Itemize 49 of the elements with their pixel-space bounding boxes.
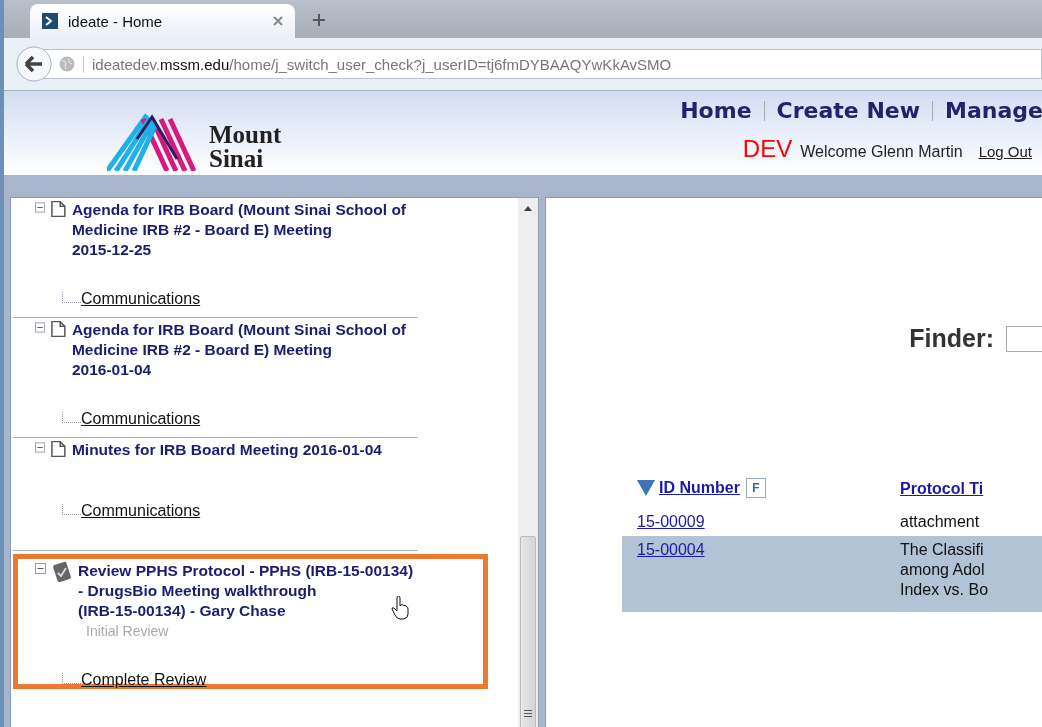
tree-child-link[interactable]: Complete Review [81,671,207,689]
column-header-link[interactable]: ID Number [659,479,740,497]
collapse-icon[interactable] [35,202,46,213]
tab-title: ideate - Home [68,12,164,30]
new-tab-icon[interactable] [313,14,325,26]
globe-icon [59,56,75,72]
sort-descending-icon[interactable] [637,480,655,496]
tree-child-link[interactable]: Communications [81,410,201,428]
tree-child-link[interactable]: Communications [81,502,201,520]
collapse-icon[interactable] [35,442,46,453]
filter-button[interactable]: F [745,478,766,498]
tree-node-title[interactable]: Agenda for IRB Board (Mount Sinai School of Medicine IRB #2 - Board E) Meeting 2016-01-04 [71,320,407,380]
table-cell: attachment [900,513,980,530]
table-cell: The Classifi among Adol Index vs. Bo [900,541,989,598]
table-row[interactable]: 15-00009 attachment [622,508,1042,536]
grip-icon [524,710,532,717]
finder-label: Finder: [909,324,994,353]
status-text: Initial Review [86,623,169,639]
address-field[interactable]: ideatedev.mssm.edu/home/j_switch_user_check?j_userID=tj6fmDYBAAQYwKkAvSMO [42,49,1042,79]
id-link[interactable]: 15-00004 [637,541,705,558]
close-icon[interactable] [273,16,283,26]
logo-text: Sinai [209,147,265,171]
welcome-text: Welcome Glenn Martin [800,143,963,161]
column-header-link[interactable]: Protocol Ti [900,480,984,498]
collapse-icon[interactable] [35,563,46,574]
browser-tab[interactable]: ideate - Home [30,4,295,38]
id-link[interactable]: 15-00009 [637,513,705,530]
scroll-thumb[interactable] [520,536,536,727]
back-icon[interactable] [16,46,52,82]
document-icon [51,320,66,338]
scroll-up-icon[interactable] [524,206,532,211]
logout-link[interactable]: Log Out [978,143,1032,160]
tree-child-link[interactable]: Communications [81,290,201,308]
clipboard-check-icon [52,561,72,583]
document-icon [51,200,66,218]
terminal-icon [42,13,58,29]
nav-link[interactable]: Home [668,101,765,121]
logo-text: Mount [209,123,282,147]
logo[interactable]: Mount Sinai [107,109,282,171]
nav-link[interactable]: Manage [933,101,1042,121]
tree-node-title[interactable]: Agenda for IRB Board (Mount Sinai School of Medicine IRB #2 - Board E) Meeting 2015-12-25 [71,200,407,260]
collapse-icon[interactable] [35,322,46,333]
hand-cursor-icon [391,596,409,620]
environment-label: DEV [742,135,793,163]
document-icon [51,440,66,458]
scrollbar[interactable] [518,198,538,727]
tree-node-title[interactable]: Review PPHS Protocol - PPHS (IRB-15-00134) - DrugsBio Meeting walkthrough (IRB-15-00134) - Gary Chase [78,561,414,621]
tree-node-title[interactable]: Minutes for IRB Board Meeting 2016-01-04 [71,440,382,460]
nav-link[interactable]: Create New [764,101,934,121]
